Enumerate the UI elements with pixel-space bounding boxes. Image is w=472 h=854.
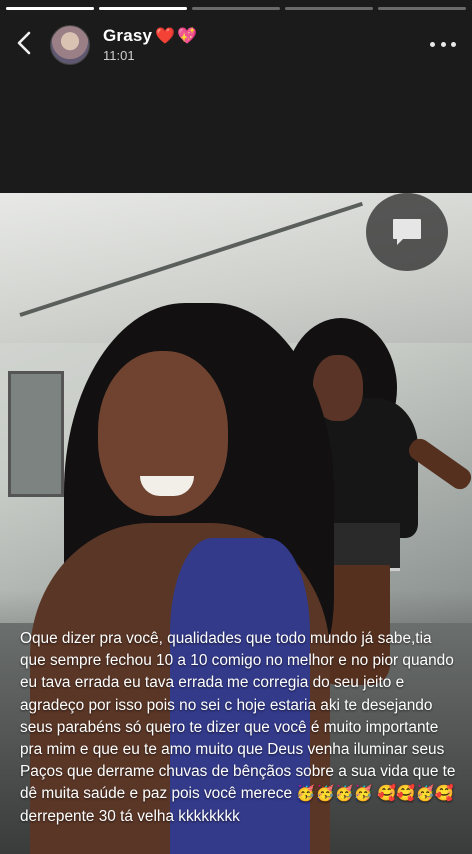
username[interactable]: Grasy ❤️ 💖 [103, 26, 197, 46]
red-heart-emoji: ❤️ [155, 28, 176, 45]
story-caption: Oque dizer pra você, qualidades que todo… [20, 630, 456, 825]
sparkling-heart-emoji: 💖 [177, 28, 198, 45]
back-button[interactable] [12, 30, 38, 56]
reply-button[interactable] [366, 193, 448, 271]
chevron-left-icon [17, 31, 31, 55]
progress-segment [285, 7, 373, 10]
comment-icon [393, 219, 421, 245]
progress-segment [99, 7, 187, 10]
progress-segment [6, 7, 94, 10]
progress-segment [192, 7, 280, 10]
post-time: 11:01 [103, 48, 135, 63]
progress-segment [378, 7, 466, 10]
story-progress-bar [6, 7, 466, 10]
more-horizontal-icon [430, 41, 435, 47]
avatar[interactable] [50, 25, 90, 65]
more-options-button[interactable] [430, 40, 456, 48]
story-header: Grasy ❤️ 💖 11:01 [0, 22, 472, 66]
